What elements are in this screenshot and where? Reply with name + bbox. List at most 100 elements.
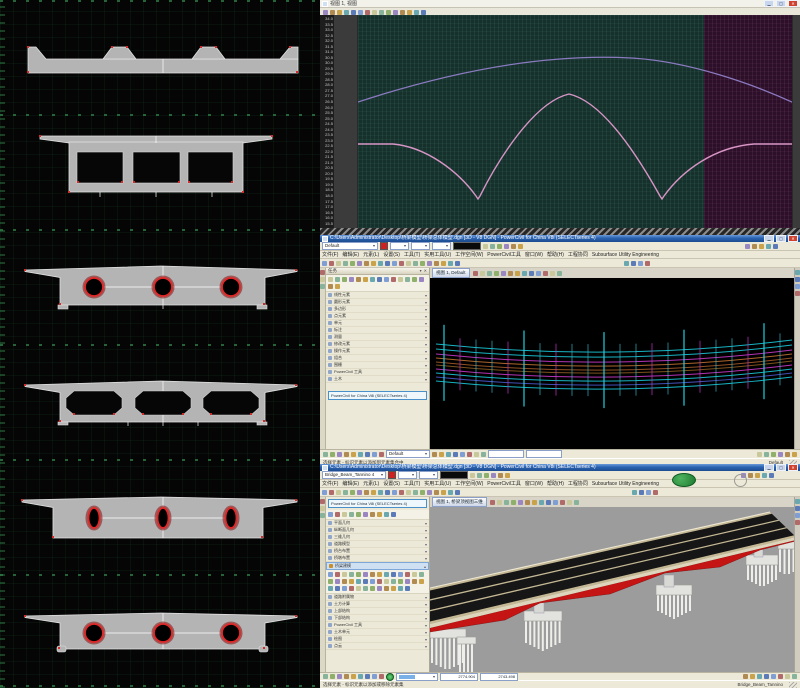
task-item[interactable]: 平面几何 ▾	[326, 520, 429, 527]
toolbar-icon[interactable]	[490, 500, 495, 505]
toolbar-icon[interactable]	[795, 291, 800, 296]
toolbar-icon[interactable]	[343, 490, 348, 495]
task-item[interactable]: 点云 ▾	[326, 643, 429, 650]
toolbar-icon[interactable]	[477, 473, 482, 478]
toolbar-icon[interactable]	[391, 572, 396, 577]
toolbar-icon[interactable]	[536, 271, 541, 276]
toolbar-icon[interactable]	[386, 10, 391, 15]
wireframe-viewport[interactable]: 视图 1, Default	[430, 268, 800, 449]
toolbar-icon[interactable]	[406, 490, 411, 495]
menu-item[interactable]: 编辑(E)	[342, 480, 359, 487]
toolbar-icon[interactable]	[379, 674, 384, 679]
toolbar-icon[interactable]	[752, 244, 757, 249]
close-button[interactable]: ✕	[788, 0, 798, 7]
toolbar-icon[interactable]	[750, 674, 755, 679]
task-item[interactable]: 圆形元素 ▾	[326, 299, 429, 306]
collapse-icon[interactable]: ▴	[424, 564, 426, 569]
menu-item[interactable]: 设置(S)	[383, 251, 400, 258]
toolbar-icon[interactable]	[795, 284, 800, 289]
toolbar-icon[interactable]	[631, 261, 636, 266]
task-item[interactable]: 桥墩布置 ▾	[326, 555, 429, 562]
toolbar-icon[interactable]	[365, 674, 370, 679]
menu-item[interactable]: 工程协同	[568, 480, 588, 487]
toolbar-icon[interactable]	[358, 674, 363, 679]
toolbar-icon[interactable]	[529, 271, 534, 276]
close-icon[interactable]: ✕	[424, 269, 427, 273]
menu-item[interactable]: PowerCivil工具	[487, 480, 521, 487]
cross-section-viewport[interactable]	[0, 0, 320, 688]
toolbar-icon[interactable]	[356, 512, 361, 517]
menu-item[interactable]: PowerCivil工具	[487, 251, 521, 258]
toolbar-icon[interactable]	[778, 452, 783, 457]
toolbar-icon[interactable]	[335, 277, 340, 282]
toolbar-icon[interactable]	[455, 490, 460, 495]
toolbar-icon[interactable]	[491, 473, 496, 478]
attribute-icons-right[interactable]	[745, 244, 778, 249]
toolbar-icon[interactable]	[574, 500, 579, 505]
toolbar-icon[interactable]	[420, 490, 425, 495]
toolbar-icon[interactable]	[384, 572, 389, 577]
task-group-bridge-modeling[interactable]: 桥梁建模 ▴	[326, 562, 429, 570]
task-item[interactable]: 桥台布置 ▾	[326, 548, 429, 555]
toolbar-icon[interactable]	[370, 579, 375, 584]
toolbar-icon[interactable]	[363, 579, 368, 584]
menu-item[interactable]: 实用工具(U)	[424, 480, 451, 487]
snap-icons-right[interactable]	[757, 452, 797, 457]
secondary-tool-icons[interactable]	[632, 490, 658, 495]
toolbar-icon[interactable]	[766, 244, 771, 249]
menu-item[interactable]: 工作空间(W)	[455, 480, 483, 487]
toolbar-icon[interactable]	[773, 244, 778, 249]
toolbar-icon[interactable]	[419, 277, 424, 282]
toolbar-icon[interactable]	[320, 277, 325, 282]
toolbar-icon[interactable]	[546, 500, 551, 505]
toolbar-icon[interactable]	[785, 674, 790, 679]
toolbar-icon[interactable]	[384, 512, 389, 517]
toolbar-icon[interactable]	[497, 244, 502, 249]
toolbar-icon[interactable]	[349, 572, 354, 577]
primary-tool-icons[interactable]	[322, 490, 460, 495]
toolbar-icon[interactable]	[481, 452, 486, 457]
toolbar-icon[interactable]	[539, 500, 544, 505]
toolbar-icon[interactable]	[497, 500, 502, 505]
toolbar-icon[interactable]	[349, 277, 354, 282]
view-side-strip[interactable]	[794, 497, 800, 672]
toolbar-icon[interactable]	[757, 452, 762, 457]
readout-field[interactable]	[488, 450, 524, 458]
toolbar-icon[interactable]	[337, 452, 342, 457]
task-item[interactable]: PowerCivil 工具 ▾	[326, 622, 429, 629]
toolbar-icon[interactable]	[498, 473, 503, 478]
minimize-button[interactable]: ▁	[764, 0, 774, 7]
toolbar-icon[interactable]	[351, 10, 356, 15]
view-tab[interactable]: 视图 1, 桥梁顶视图三维	[432, 497, 487, 507]
minimize-button[interactable]: ▁	[764, 235, 774, 242]
toolbar-icon[interactable]	[460, 452, 465, 457]
toolbar-icon[interactable]	[448, 490, 453, 495]
menu-item[interactable]: 实用工具(U)	[424, 251, 451, 258]
readout-field[interactable]	[526, 450, 562, 458]
toolbar-icon[interactable]	[356, 277, 361, 282]
toolbar-icon[interactable]	[342, 572, 347, 577]
toolbar-icon[interactable]	[413, 490, 418, 495]
toolbar-icon[interactable]	[400, 10, 405, 15]
menu-item[interactable]: 帮助(H)	[547, 480, 564, 487]
menu-item[interactable]: 工具(T)	[404, 251, 420, 258]
task-item[interactable]: 测量 ▾	[326, 334, 429, 341]
toolbar-icon[interactable]	[743, 674, 748, 679]
toolbar-icon[interactable]	[379, 452, 384, 457]
task-item[interactable]: 线性元素 ▾	[326, 292, 429, 299]
toolbar-icon[interactable]	[748, 473, 753, 478]
render-canvas[interactable]	[430, 507, 795, 672]
toolbar-icon[interactable]	[330, 452, 335, 457]
toolbar-icon[interactable]	[560, 500, 565, 505]
toolbar-icon[interactable]	[785, 452, 790, 457]
menu-item[interactable]: 设置(S)	[383, 480, 400, 487]
toolbar-icon[interactable]	[377, 579, 382, 584]
toolbar-icon[interactable]	[323, 452, 328, 457]
accusnap-icon[interactable]	[386, 673, 394, 681]
wireframe-canvas[interactable]	[430, 278, 795, 449]
menu-item[interactable]: 元素(L)	[363, 480, 379, 487]
task-quick-icons[interactable]	[326, 275, 429, 292]
task-item[interactable]: 土方计算 ▾	[326, 601, 429, 608]
menu-item[interactable]: 元素(L)	[363, 251, 379, 258]
primary-tool-icons[interactable]	[322, 261, 460, 266]
